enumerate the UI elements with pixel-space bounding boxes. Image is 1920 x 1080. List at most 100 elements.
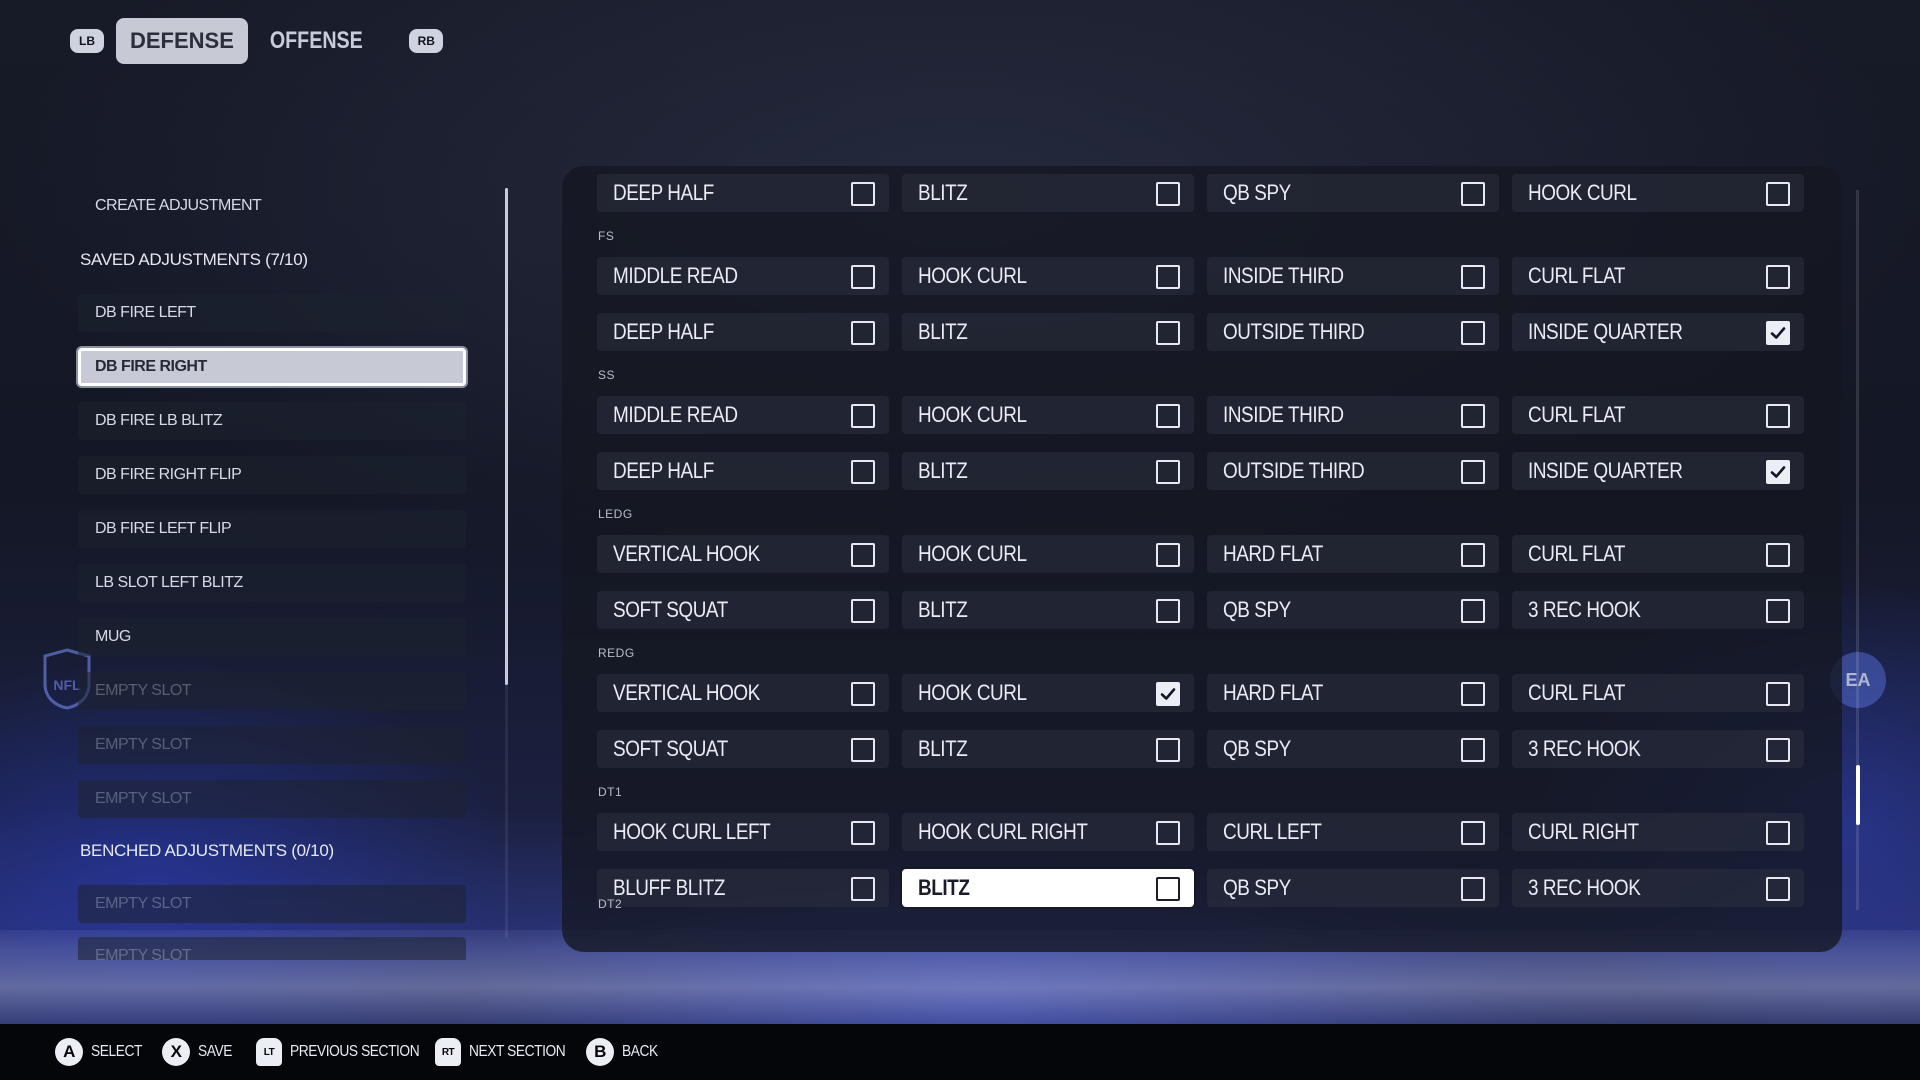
next-section-hint[interactable]: RT NEXT SECTION <box>435 1024 581 1080</box>
checkbox-icon[interactable] <box>851 182 875 206</box>
assignment-option-soft-squat[interactable]: SOFT SQUAT <box>597 591 889 629</box>
assignment-option-3-rec-hook[interactable]: 3 REC HOOK <box>1512 591 1804 629</box>
checkbox-icon[interactable] <box>851 738 875 762</box>
assignment-option-curl-right[interactable]: CURL RIGHT <box>1512 813 1804 851</box>
assignment-option-inside-third[interactable]: INSIDE THIRD <box>1207 396 1499 434</box>
assignment-option-hook-curl[interactable]: HOOK CURL <box>902 257 1194 295</box>
assignment-option-blitz[interactable]: BLITZ <box>902 869 1194 907</box>
assignment-option-middle-read[interactable]: MIDDLE READ <box>597 396 889 434</box>
assignment-option-vertical-hook[interactable]: VERTICAL HOOK <box>597 535 889 573</box>
checkbox-icon[interactable] <box>851 543 875 567</box>
select-hint[interactable]: A SELECT <box>55 1024 150 1080</box>
assignment-option-3-rec-hook[interactable]: 3 REC HOOK <box>1512 730 1804 768</box>
lb-bumper-icon[interactable]: LB <box>70 29 104 53</box>
adjustment-db-fire-left-flip[interactable]: DB FIRE LEFT FLIP <box>78 510 466 548</box>
assignment-option-inside-third[interactable]: INSIDE THIRD <box>1207 257 1499 295</box>
checkbox-icon[interactable] <box>1156 738 1180 762</box>
adjustment-db-fire-right-flip[interactable]: DB FIRE RIGHT FLIP <box>78 456 466 494</box>
assignment-option-hook-curl-left[interactable]: HOOK CURL LEFT <box>597 813 889 851</box>
checkbox-icon[interactable] <box>1461 460 1485 484</box>
checkbox-icon[interactable] <box>851 321 875 345</box>
checkbox-icon[interactable] <box>1766 599 1790 623</box>
checkbox-icon[interactable] <box>1766 821 1790 845</box>
adjustment-mug[interactable]: MUG <box>78 618 466 656</box>
assignment-option-qb-spy[interactable]: QB SPY <box>1207 730 1499 768</box>
assignment-option-hook-curl-right[interactable]: HOOK CURL RIGHT <box>902 813 1194 851</box>
assignment-option-curl-flat[interactable]: CURL FLAT <box>1512 257 1804 295</box>
assignment-option-blitz[interactable]: BLITZ <box>902 591 1194 629</box>
checkbox-icon[interactable] <box>1156 877 1180 901</box>
checkbox-checked-icon[interactable] <box>1766 460 1790 484</box>
assignment-option-curl-flat[interactable]: CURL FLAT <box>1512 674 1804 712</box>
checkbox-icon[interactable] <box>1766 877 1790 901</box>
checkbox-icon[interactable] <box>1461 821 1485 845</box>
assignment-option-hard-flat[interactable]: HARD FLAT <box>1207 674 1499 712</box>
assignment-option-soft-squat[interactable]: SOFT SQUAT <box>597 730 889 768</box>
assignment-option-qb-spy[interactable]: QB SPY <box>1207 591 1499 629</box>
assignment-option-deep-half[interactable]: DEEP HALF <box>597 174 889 212</box>
assignment-option-hook-curl[interactable]: HOOK CURL <box>902 396 1194 434</box>
checkbox-icon[interactable] <box>1156 460 1180 484</box>
adjustment-db-fire-left[interactable]: DB FIRE LEFT <box>78 294 466 332</box>
assignment-option-inside-quarter[interactable]: INSIDE QUARTER <box>1512 313 1804 351</box>
adjustment-lb-slot-left-blitz[interactable]: LB SLOT LEFT BLITZ <box>78 564 466 602</box>
checkbox-icon[interactable] <box>1766 404 1790 428</box>
previous-section-hint[interactable]: LT PREVIOUS SECTION <box>256 1024 440 1080</box>
checkbox-icon[interactable] <box>851 682 875 706</box>
adjustments-scrollbar[interactable] <box>505 188 508 685</box>
back-hint[interactable]: B BACK <box>586 1024 664 1080</box>
assignment-option-deep-half[interactable]: DEEP HALF <box>597 313 889 351</box>
assignment-option-bluff-blitz[interactable]: BLUFF BLITZ <box>597 869 889 907</box>
assignment-option-outside-third[interactable]: OUTSIDE THIRD <box>1207 452 1499 490</box>
checkbox-icon[interactable] <box>1766 738 1790 762</box>
tab-offense[interactable]: OFFENSE <box>260 18 373 64</box>
checkbox-icon[interactable] <box>1461 877 1485 901</box>
checkbox-icon[interactable] <box>851 265 875 289</box>
adjustment-db-fire-lb-blitz[interactable]: DB FIRE LB BLITZ <box>78 402 466 440</box>
assignment-option-curl-flat[interactable]: CURL FLAT <box>1512 535 1804 573</box>
checkbox-icon[interactable] <box>1766 543 1790 567</box>
assignment-option-inside-quarter[interactable]: INSIDE QUARTER <box>1512 452 1804 490</box>
assignment-option-blitz[interactable]: BLITZ <box>902 452 1194 490</box>
assignment-option-curl-left[interactable]: CURL LEFT <box>1207 813 1499 851</box>
checkbox-icon[interactable] <box>1156 543 1180 567</box>
checkbox-icon[interactable] <box>1461 599 1485 623</box>
assignment-option-middle-read[interactable]: MIDDLE READ <box>597 257 889 295</box>
checkbox-icon[interactable] <box>1461 738 1485 762</box>
assignment-option-vertical-hook[interactable]: VERTICAL HOOK <box>597 674 889 712</box>
assignment-option-3-rec-hook[interactable]: 3 REC HOOK <box>1512 869 1804 907</box>
checkbox-icon[interactable] <box>1766 265 1790 289</box>
checkbox-checked-icon[interactable] <box>1766 321 1790 345</box>
assignment-option-blitz[interactable]: BLITZ <box>902 730 1194 768</box>
checkbox-icon[interactable] <box>1156 265 1180 289</box>
assignment-option-deep-half[interactable]: DEEP HALF <box>597 452 889 490</box>
benched-empty-slot[interactable]: EMPTY SLOT <box>78 885 466 923</box>
assignment-option-hook-curl[interactable]: HOOK CURL <box>902 535 1194 573</box>
assignment-option-hook-curl[interactable]: HOOK CURL <box>902 674 1194 712</box>
assignments-scrollbar[interactable] <box>1856 765 1860 825</box>
assignment-option-outside-third[interactable]: OUTSIDE THIRD <box>1207 313 1499 351</box>
checkbox-icon[interactable] <box>1766 682 1790 706</box>
create-adjustment-button[interactable]: CREATE ADJUSTMENT <box>78 187 466 225</box>
assignment-option-qb-spy[interactable]: QB SPY <box>1207 174 1499 212</box>
rb-bumper-icon[interactable]: RB <box>409 29 444 53</box>
checkbox-icon[interactable] <box>851 404 875 428</box>
checkbox-icon[interactable] <box>1766 182 1790 206</box>
benched-empty-slot[interactable]: EMPTY SLOT <box>78 937 466 960</box>
adjustment-db-fire-right[interactable]: DB FIRE RIGHT <box>78 348 466 386</box>
assignment-option-hard-flat[interactable]: HARD FLAT <box>1207 535 1499 573</box>
checkbox-icon[interactable] <box>1461 404 1485 428</box>
checkbox-icon[interactable] <box>1156 599 1180 623</box>
empty-slot[interactable]: EMPTY SLOT <box>78 672 466 710</box>
checkbox-icon[interactable] <box>851 821 875 845</box>
assignment-option-qb-spy[interactable]: QB SPY <box>1207 869 1499 907</box>
tab-defense[interactable]: DEFENSE <box>116 18 248 64</box>
save-hint[interactable]: X SAVE <box>162 1024 238 1080</box>
checkbox-icon[interactable] <box>1156 182 1180 206</box>
checkbox-icon[interactable] <box>1461 265 1485 289</box>
checkbox-icon[interactable] <box>1461 543 1485 567</box>
checkbox-icon[interactable] <box>1156 321 1180 345</box>
checkbox-icon[interactable] <box>851 599 875 623</box>
checkbox-icon[interactable] <box>1461 321 1485 345</box>
assignment-option-blitz[interactable]: BLITZ <box>902 313 1194 351</box>
